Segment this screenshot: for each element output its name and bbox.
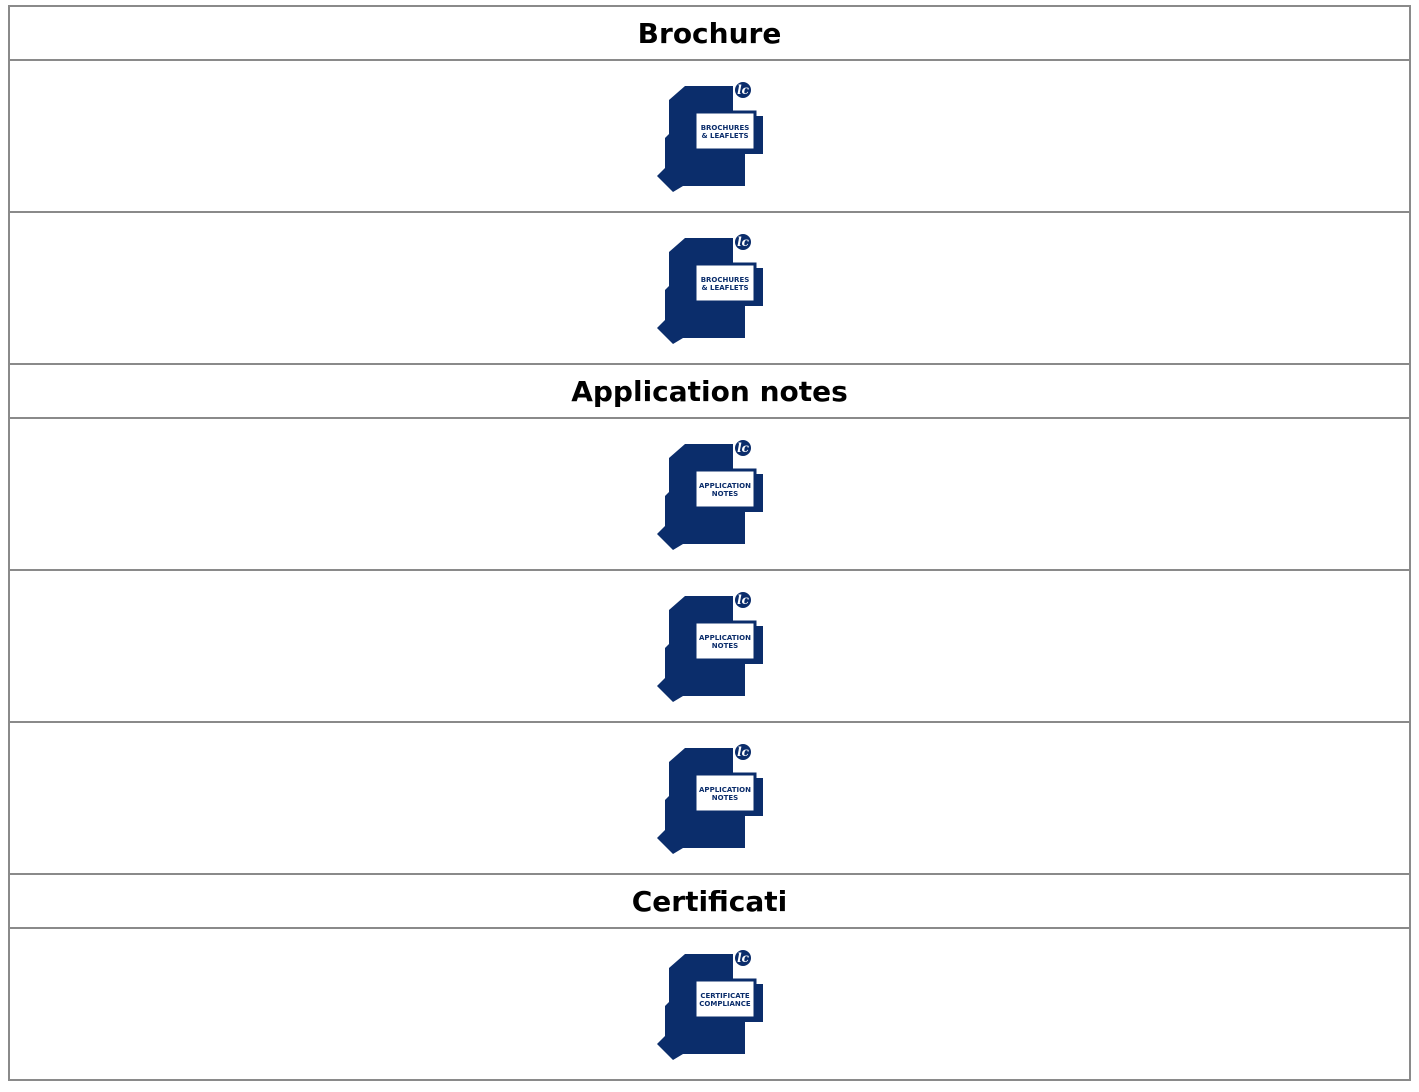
document-download-link[interactable]: APPLICATION NOTES lc bbox=[655, 742, 765, 854]
icon-label-line2: & LEAFLETS bbox=[701, 284, 748, 292]
lc-badge-text: lc bbox=[737, 951, 750, 965]
icon-label-line1: CERTIFICATE bbox=[700, 992, 750, 1000]
document-cell: APPLICATION NOTES lc bbox=[8, 417, 1411, 571]
section-title: Certificati bbox=[8, 873, 1411, 929]
application-notes-icon: APPLICATIONNOTES lc bbox=[656, 438, 763, 550]
section-header-row: Certificati bbox=[8, 873, 1411, 929]
document-download-link[interactable]: CERTIFICATE COMPLIANCE lc bbox=[655, 948, 765, 1060]
document-cell: BROCHURES & LEAFLETS lc bbox=[8, 211, 1411, 365]
application-notes-icon: APPLICATIONNOTES lc bbox=[656, 590, 763, 702]
document-cell: APPLICATION NOTES lc bbox=[8, 569, 1411, 723]
lc-badge-text: lc bbox=[737, 441, 750, 455]
icon-label-line1: BROCHURES bbox=[700, 124, 749, 132]
document-row: APPLICATION NOTES lc bbox=[8, 721, 1411, 875]
brochures-leaflets-icon: BROCHURES& LEAFLETS lc bbox=[656, 80, 763, 192]
document-row: BROCHURES & LEAFLETS lc bbox=[8, 211, 1411, 365]
document-row: BROCHURES & LEAFLETS lc bbox=[8, 59, 1411, 213]
icon-label-line1: APPLICATION bbox=[699, 634, 751, 642]
document-download-link[interactable]: APPLICATION NOTES lc bbox=[655, 590, 765, 702]
icon-label-line1: APPLICATION bbox=[699, 786, 751, 794]
section-title: Application notes bbox=[8, 363, 1411, 419]
document-download-link[interactable]: BROCHURES & LEAFLETS lc bbox=[655, 232, 765, 344]
lc-badge-text: lc bbox=[737, 745, 750, 759]
document-download-link[interactable]: APPLICATION NOTES lc bbox=[655, 438, 765, 550]
icon-label-line2: NOTES bbox=[711, 490, 737, 498]
section-header-row: Brochure bbox=[8, 5, 1411, 61]
section-header-row: Application notes bbox=[8, 363, 1411, 419]
documents-table: Brochure BROCHURES & LEAFLETS lc BROCHURES & … bbox=[8, 5, 1411, 1081]
lc-badge-text: lc bbox=[737, 593, 750, 607]
document-row: APPLICATION NOTES lc bbox=[8, 569, 1411, 723]
section-title: Brochure bbox=[8, 5, 1411, 61]
document-row: CERTIFICATE COMPLIANCE lc bbox=[8, 927, 1411, 1081]
lc-badge-text: lc bbox=[737, 235, 750, 249]
icon-label-line2: & LEAFLETS bbox=[701, 132, 748, 140]
certificate-compliance-icon: CERTIFICATECOMPLIANCE lc bbox=[656, 948, 763, 1060]
document-cell: APPLICATION NOTES lc bbox=[8, 721, 1411, 875]
icon-label-line1: APPLICATION bbox=[699, 482, 751, 490]
icon-label-line2: NOTES bbox=[711, 794, 737, 802]
lc-badge-text: lc bbox=[737, 83, 750, 97]
document-download-link[interactable]: BROCHURES & LEAFLETS lc bbox=[655, 80, 765, 192]
application-notes-icon: APPLICATIONNOTES lc bbox=[656, 742, 763, 854]
icon-label-line1: BROCHURES bbox=[700, 276, 749, 284]
document-cell: BROCHURES & LEAFLETS lc bbox=[8, 59, 1411, 213]
document-cell: CERTIFICATE COMPLIANCE lc bbox=[8, 927, 1411, 1081]
documents-table-body: Brochure BROCHURES & LEAFLETS lc BROCHURES & … bbox=[8, 5, 1411, 1081]
document-row: APPLICATION NOTES lc bbox=[8, 417, 1411, 571]
icon-label-line2: NOTES bbox=[711, 642, 737, 650]
brochures-leaflets-icon: BROCHURES& LEAFLETS lc bbox=[656, 232, 763, 344]
icon-label-line2: COMPLIANCE bbox=[699, 1000, 751, 1008]
